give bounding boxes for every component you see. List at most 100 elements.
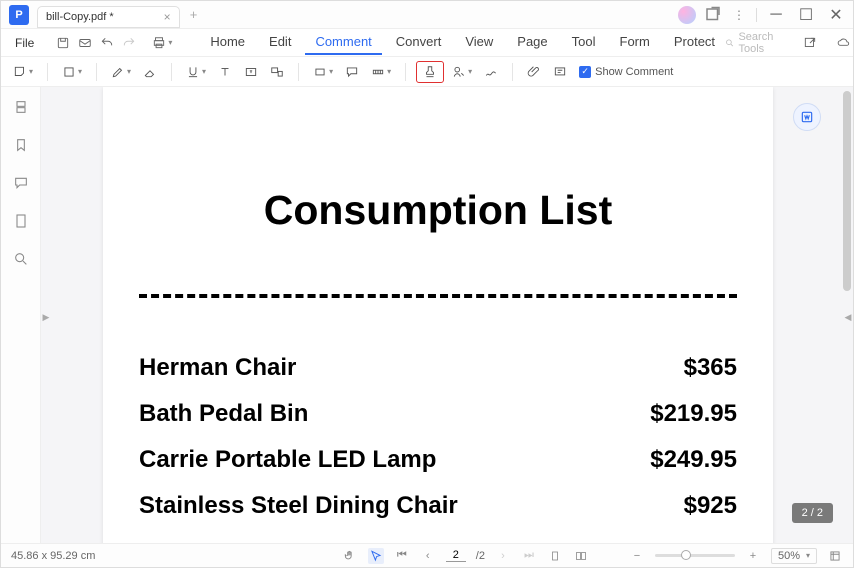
signature-tool[interactable]: ▾ <box>448 61 476 83</box>
list-item: Herman Chair $365 <box>139 354 737 382</box>
text-tool[interactable] <box>214 61 236 83</box>
menu-tabs: Home Edit Comment Convert View Page Tool… <box>200 30 725 55</box>
titlebar: P bill-Copy.pdf * × + ⋮ ─ ☐ ✕ <box>1 1 853 29</box>
zoom-in-icon[interactable]: + <box>745 548 761 564</box>
page-total: /2 <box>476 550 485 562</box>
close-tab-icon[interactable]: × <box>164 10 171 24</box>
print-icon[interactable]: ▾ <box>152 33 172 53</box>
word-export-button[interactable] <box>793 103 821 131</box>
tab-title: bill-Copy.pdf * <box>46 11 114 23</box>
two-page-icon[interactable] <box>573 548 589 564</box>
titlebar-right: ⋮ ─ ☐ ✕ <box>678 4 853 26</box>
list-item: Stainless Steel Dining Chair $925 <box>139 492 737 520</box>
search-tools[interactable]: Search Tools <box>725 31 788 55</box>
stamp-tool[interactable] <box>416 61 444 83</box>
menubar: File ▾ Home Edit Comment Convert View Pa… <box>1 29 853 57</box>
eraser-tool[interactable] <box>139 61 161 83</box>
fit-page-icon[interactable] <box>827 548 843 564</box>
tab-tool[interactable]: Tool <box>562 30 606 55</box>
document-viewport[interactable]: Consumption List Herman Chair $365 Bath P… <box>41 87 853 543</box>
measure-tool[interactable]: ▾ <box>367 61 395 83</box>
zoom-slider[interactable] <box>655 554 735 557</box>
mail-icon[interactable] <box>78 33 92 53</box>
tab-home[interactable]: Home <box>200 30 255 55</box>
item-price: $365 <box>684 354 737 382</box>
document-title: Consumption List <box>139 187 737 234</box>
last-page-icon[interactable]: ⏭ <box>521 548 537 564</box>
close-window-button[interactable]: ✕ <box>825 4 847 26</box>
cloud-icon[interactable] <box>836 33 852 53</box>
callout-tool[interactable] <box>266 61 288 83</box>
item-name: Stainless Steel Dining Chair <box>139 492 458 520</box>
zoom-level[interactable]: 50%▾ <box>771 548 817 564</box>
window-detach-icon[interactable] <box>704 6 722 24</box>
items-list: Herman Chair $365 Bath Pedal Bin$219.95 C… <box>139 354 737 520</box>
textbox-tool[interactable] <box>240 61 262 83</box>
comment-tool[interactable] <box>341 61 363 83</box>
tab-convert[interactable]: Convert <box>386 30 452 55</box>
search-placeholder: Search Tools <box>738 31 788 55</box>
comment-toolbar: ▾ ▾ ▾ ▾ ▾ ▾ ▾ ✓ Show Comment <box>1 57 853 87</box>
item-name: Carrie Portable LED Lamp <box>139 446 436 474</box>
vertical-scrollbar[interactable] <box>843 91 851 291</box>
tab-page[interactable]: Page <box>507 30 557 55</box>
add-tab-button[interactable]: + <box>190 7 198 22</box>
statusbar-right: ⏮ ‹ /2 › ⏭ − + 50%▾ <box>342 548 843 564</box>
show-comment-toggle[interactable]: ✓ Show Comment <box>579 66 673 78</box>
item-price: $249.95 <box>650 446 737 474</box>
bookmark-icon[interactable] <box>11 135 31 155</box>
kebab-menu-icon[interactable]: ⋮ <box>730 6 748 24</box>
note-tool[interactable]: ▾ <box>9 61 37 83</box>
hand-tool-icon[interactable] <box>342 548 358 564</box>
comments-panel-icon[interactable] <box>11 173 31 193</box>
page-dimensions: 45.86 x 95.29 cm <box>11 550 95 562</box>
zoom-value: 50% <box>778 550 800 562</box>
highlight-tool[interactable]: ▾ <box>58 61 86 83</box>
page-indicator-badge: 2 / 2 <box>792 503 833 523</box>
next-page-icon[interactable]: › <box>495 548 511 564</box>
page-number-input[interactable] <box>446 549 466 562</box>
item-name: Herman Chair <box>139 354 296 382</box>
tab-form[interactable]: Form <box>610 30 660 55</box>
tab-protect[interactable]: Protect <box>664 30 725 55</box>
document-tab[interactable]: bill-Copy.pdf * × <box>37 6 180 28</box>
main-area: ▶ Consumption List Herman Chair$365 Bath… <box>1 87 853 543</box>
tab-comment[interactable]: Comment <box>305 30 381 55</box>
redo-icon[interactable] <box>122 33 136 53</box>
tab-view[interactable]: View <box>455 30 503 55</box>
expand-right-icon[interactable]: ◀ <box>843 307 853 327</box>
list-item: Bath Pedal Bin$219.95 <box>139 400 737 428</box>
search-panel-icon[interactable] <box>11 249 31 269</box>
zoom-out-icon[interactable]: − <box>629 548 645 564</box>
divider <box>139 294 737 298</box>
maximize-button[interactable]: ☐ <box>795 4 817 26</box>
share-icon[interactable] <box>802 33 818 53</box>
profile-avatar[interactable] <box>678 6 696 24</box>
document-page: Consumption List Herman Chair $365 Bath P… <box>103 87 773 543</box>
item-name: Bath Pedal Bin <box>139 400 308 428</box>
show-comment-label: Show Comment <box>595 66 673 78</box>
statusbar: 45.86 x 95.29 cm ⏮ ‹ /2 › ⏭ − + 50%▾ <box>1 543 853 567</box>
undo-icon[interactable] <box>100 33 114 53</box>
first-page-icon[interactable]: ⏮ <box>394 548 410 564</box>
save-icon[interactable] <box>56 33 70 53</box>
prev-page-icon[interactable]: ‹ <box>420 548 436 564</box>
thumbnails-icon[interactable] <box>11 97 31 117</box>
attachments-panel-icon[interactable] <box>11 211 31 231</box>
menubar-right: Search Tools ⌃ <box>725 31 854 55</box>
minimize-button[interactable]: ─ <box>765 4 787 26</box>
file-menu[interactable]: File <box>5 36 44 50</box>
shape-rect-tool[interactable]: ▾ <box>309 61 337 83</box>
left-sidebar <box>1 87 41 543</box>
attachment-tool[interactable] <box>523 61 545 83</box>
hide-comment-tool[interactable] <box>549 61 571 83</box>
single-page-icon[interactable] <box>547 548 563 564</box>
item-price: $925 <box>684 492 737 520</box>
draw-sign-tool[interactable] <box>480 61 502 83</box>
list-item: Carrie Portable LED Lamp $249.95 <box>139 446 737 474</box>
select-tool-icon[interactable] <box>368 548 384 564</box>
pencil-tool[interactable]: ▾ <box>107 61 135 83</box>
tab-edit[interactable]: Edit <box>259 30 301 55</box>
underline-tool[interactable]: ▾ <box>182 61 210 83</box>
slider-thumb[interactable] <box>681 550 691 560</box>
